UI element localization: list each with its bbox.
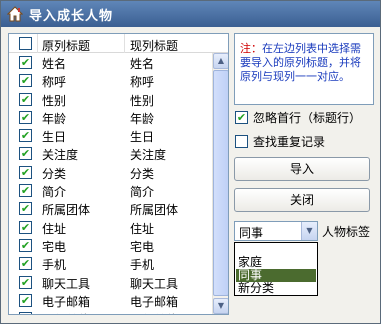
row-checkbox[interactable]: ✔ xyxy=(19,275,32,289)
list-item[interactable]: ✔ 关注度 关注度 xyxy=(9,144,212,162)
row-checkbox[interactable]: ✔ xyxy=(19,56,32,69)
current-column-title[interactable]: 工作单位 xyxy=(130,311,178,314)
note-label: 注： xyxy=(240,42,262,55)
row-checkbox[interactable]: ✔ xyxy=(19,202,32,216)
scroll-down-button[interactable]: ▼ xyxy=(213,298,228,314)
list-item[interactable]: ✔ 聊天工具 聊天工具 xyxy=(9,273,212,291)
current-column-title[interactable]: 电子邮箱 xyxy=(130,293,178,310)
row-checkbox[interactable]: ✔ xyxy=(19,312,32,314)
vertical-scrollbar[interactable]: ▲ ▼ xyxy=(212,53,228,314)
original-column-title: 分类 xyxy=(42,166,67,181)
original-column-title: 所属团体 xyxy=(42,203,91,218)
header-divider xyxy=(124,34,125,53)
person-tag-option[interactable]: 新分类 xyxy=(236,282,316,295)
current-column-title[interactable]: 关注度 xyxy=(130,146,166,163)
current-column-title[interactable]: 住址 xyxy=(130,220,154,237)
current-column-title[interactable]: 聊天工具 xyxy=(130,275,178,292)
person-tag-select[interactable]: 同事 ▼ xyxy=(234,221,318,241)
row-checkbox[interactable]: ✔ xyxy=(19,165,32,179)
list-item[interactable]: ✔ 所属团体 所属团体 xyxy=(9,199,212,217)
close-button[interactable]: 关闭 xyxy=(234,188,370,212)
find-duplicates-checkbox[interactable] xyxy=(235,135,248,148)
window-title: 导入成长人物 xyxy=(29,8,114,24)
original-column-title: 称呼 xyxy=(42,75,67,90)
list-rows: ✔ 姓名 姓名 ✔ 称呼 称呼 ✔ 性别 性别 ✔ 年龄 年龄 ✔ 生日 生日 ✔ 关注度 关注度 ✔ 分类 分类 ✔ 简介… xyxy=(9,53,212,314)
original-column-title: 工作单位 xyxy=(42,311,90,314)
chevron-down-icon[interactable]: ▼ xyxy=(301,222,317,240)
list-header: 原列标题 现列标题 xyxy=(9,34,228,53)
original-column-title: 年龄 xyxy=(42,111,67,126)
header-current-column[interactable]: 现列标题 xyxy=(130,37,178,54)
person-tag-dropdown: 家庭 同事 新分类 xyxy=(234,242,318,296)
home-icon xyxy=(6,6,24,22)
row-checkbox[interactable]: ✔ xyxy=(19,147,32,161)
original-column-title: 关注度 xyxy=(42,148,79,163)
current-column-title[interactable]: 称呼 xyxy=(130,73,154,90)
current-column-title[interactable]: 手机 xyxy=(130,256,154,273)
skip-first-row-label: 忽略首行（标题行） xyxy=(253,111,362,125)
original-column-title: 住址 xyxy=(42,221,67,236)
row-checkbox[interactable]: ✔ xyxy=(19,293,32,307)
row-checkbox[interactable]: ✔ xyxy=(19,92,32,106)
list-item[interactable]: ✔ 宅电 宅电 xyxy=(9,236,212,254)
list-item[interactable]: ✔ 住址 住址 xyxy=(9,218,212,236)
current-column-title[interactable]: 年龄 xyxy=(130,110,154,127)
row-checkbox[interactable]: ✔ xyxy=(19,257,32,271)
original-column-title: 姓名 xyxy=(42,57,67,71)
find-duplicates-option[interactable]: 查找重复记录 xyxy=(235,133,325,150)
current-column-title[interactable]: 所属团体 xyxy=(130,201,178,218)
list-item[interactable]: ✔ 性别 性别 xyxy=(9,90,212,108)
person-tag-value: 同事 xyxy=(239,226,264,240)
original-column-title: 性别 xyxy=(42,93,67,108)
current-column-title[interactable]: 简介 xyxy=(130,183,154,200)
list-item[interactable]: ✔ 姓名 姓名 xyxy=(9,53,212,71)
list-item[interactable]: ✔ 生日 生日 xyxy=(9,126,212,144)
scroll-up-button[interactable]: ▲ xyxy=(213,53,228,69)
row-checkbox[interactable]: ✔ xyxy=(19,129,32,143)
scroll-thumb[interactable] xyxy=(213,70,228,296)
list-item[interactable]: ✔ 电子邮箱 电子邮箱 xyxy=(9,291,212,309)
column-mapping-list[interactable]: 原列标题 现列标题 ✔ 姓名 姓名 ✔ 称呼 称呼 ✔ 性别 性别 ✔ 年龄 年龄 ✔ 生日 生日 ✔ 关注度 关… xyxy=(8,33,229,315)
row-checkbox[interactable]: ✔ xyxy=(19,110,32,124)
row-checkbox[interactable]: ✔ xyxy=(19,238,32,252)
list-item[interactable]: ✔ 工作单位 工作单位 xyxy=(9,309,212,314)
row-checkbox[interactable]: ✔ xyxy=(19,74,32,88)
current-column-title[interactable]: 生日 xyxy=(130,128,154,145)
original-column-title: 简介 xyxy=(42,185,67,200)
import-dialog: 导入成长人物 原列标题 现列标题 ✔ 姓名 姓名 ✔ 称呼 称呼 ✔ 性别 性别 ✔ 年龄 年龄 ✔ 生日… xyxy=(0,0,381,324)
list-item[interactable]: ✔ 简介 简介 xyxy=(9,181,212,199)
original-column-title: 宅电 xyxy=(42,239,67,254)
header-divider xyxy=(37,34,38,53)
import-button[interactable]: 导入 xyxy=(234,157,370,181)
header-original-column[interactable]: 原列标题 xyxy=(42,37,90,54)
original-column-title: 生日 xyxy=(42,130,67,145)
list-item[interactable]: ✔ 手机 手机 xyxy=(9,254,212,272)
instruction-note: 注：在左边列表中选择需要导入的原列标题，并将原列与现列一一对应。 xyxy=(234,33,374,105)
current-column-title[interactable]: 性别 xyxy=(130,92,154,109)
current-column-title[interactable]: 分类 xyxy=(130,165,154,182)
title-bar[interactable]: 导入成长人物 xyxy=(1,1,380,27)
original-column-title: 手机 xyxy=(42,258,67,273)
original-column-title: 聊天工具 xyxy=(42,276,91,291)
current-column-title[interactable]: 宅电 xyxy=(130,238,154,255)
list-item[interactable]: ✔ 年龄 年龄 xyxy=(9,108,212,126)
skip-first-row-checkbox[interactable]: ✔ xyxy=(235,111,248,124)
row-checkbox[interactable]: ✔ xyxy=(19,220,32,234)
person-tag-label: 人物标签 xyxy=(322,225,371,239)
find-duplicates-label: 查找重复记录 xyxy=(253,135,326,149)
original-column-title: 电子邮箱 xyxy=(42,294,91,309)
list-item[interactable]: ✔ 称呼 称呼 xyxy=(9,71,212,89)
select-all-checkbox[interactable] xyxy=(19,37,32,50)
row-checkbox[interactable]: ✔ xyxy=(19,184,32,198)
current-column-title[interactable]: 姓名 xyxy=(130,55,154,72)
list-item[interactable]: ✔ 分类 分类 xyxy=(9,163,212,181)
skip-first-row-option[interactable]: ✔ 忽略首行（标题行） xyxy=(235,109,361,126)
